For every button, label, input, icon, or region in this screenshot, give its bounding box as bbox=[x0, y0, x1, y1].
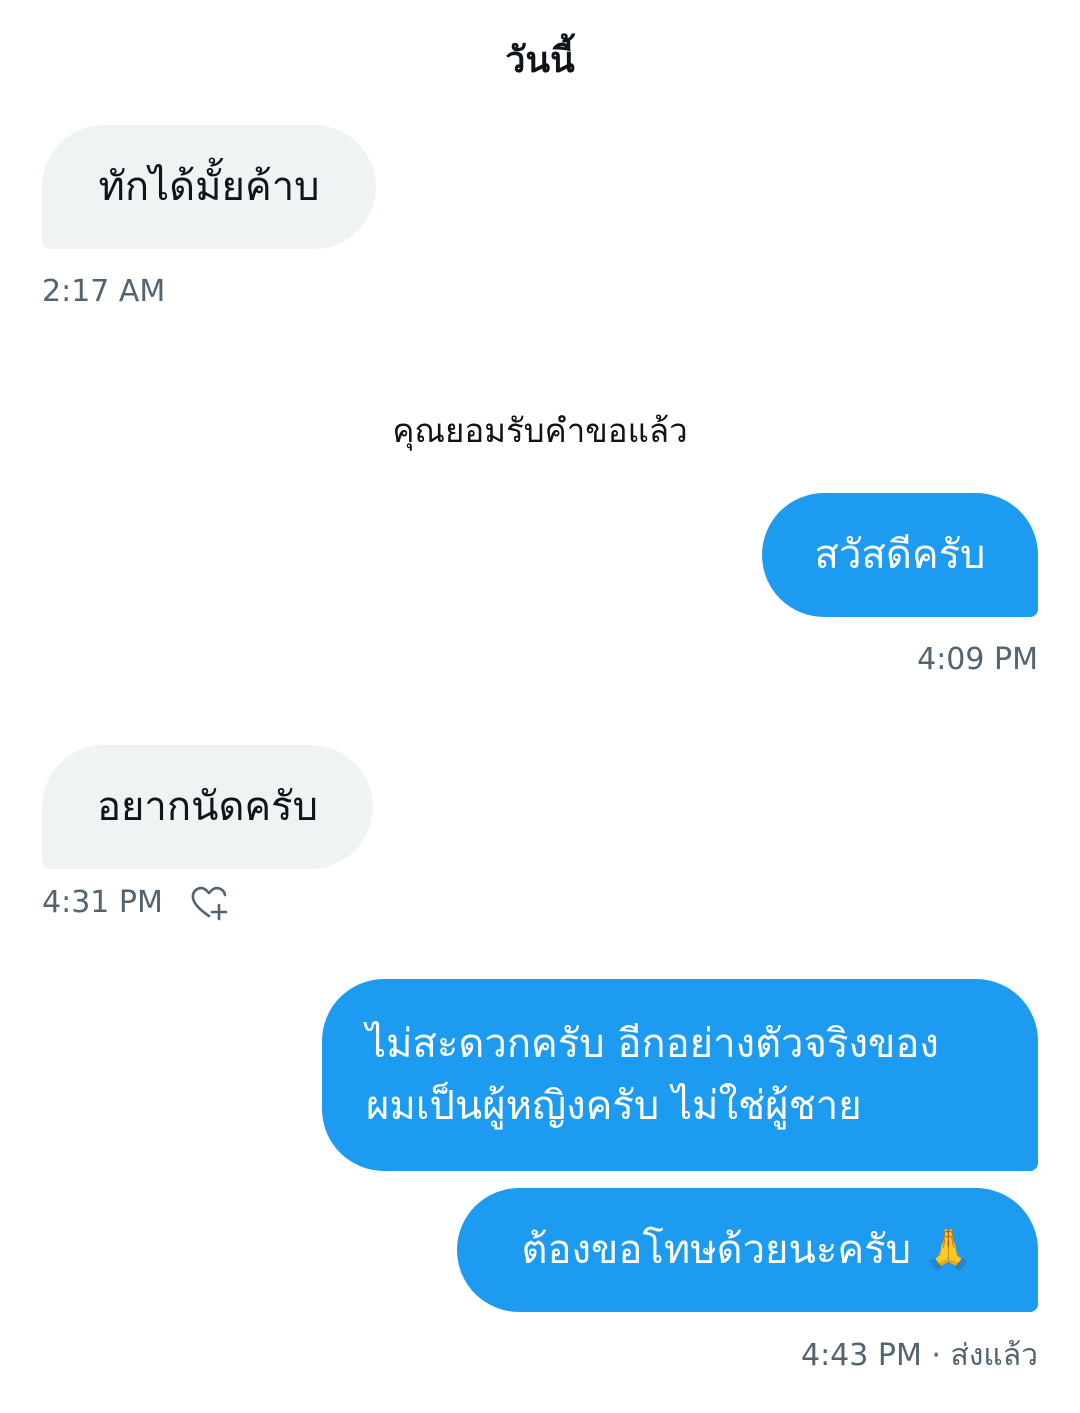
message-text: ทักได้มั้ยค้าบ bbox=[98, 164, 320, 210]
message-timestamp: 4:09 PM bbox=[917, 642, 1038, 677]
message-status: 4:43 PM · ส่งแล้ว bbox=[800, 1338, 1038, 1373]
message-timestamp: 2:17 AM bbox=[42, 274, 166, 309]
message-bubble-incoming[interactable]: ทักได้มั้ยค้าบ bbox=[42, 125, 376, 249]
message-bubble-outgoing[interactable]: สวัสดีครับ bbox=[762, 493, 1038, 617]
message-text: สวัสดีครับ bbox=[814, 532, 986, 578]
message-bubble-outgoing[interactable]: ต้องขอโทษด้วยนะครับ 🙏 bbox=[457, 1188, 1038, 1312]
message-timestamp: 4:31 PM bbox=[42, 885, 163, 920]
message-line: ผมเป็นผู้หญิงครับ ไม่ใช่ผู้ชาย bbox=[366, 1083, 862, 1129]
day-header: วันนี้ bbox=[505, 40, 575, 81]
message-text: ไม่สะดวกครับ อีกอย่างตัวจริงของ ผมเป็นผู… bbox=[366, 1013, 939, 1137]
system-notice: คุณยอมรับคำขอแล้ว bbox=[392, 411, 688, 450]
message-bubble-outgoing[interactable]: ไม่สะดวกครับ อีกอย่างตัวจริงของ ผมเป็นผู… bbox=[322, 979, 1038, 1171]
heart-plus-icon[interactable] bbox=[189, 883, 229, 923]
message-text: ต้องขอโทษด้วยนะครับ 🙏 bbox=[521, 1227, 974, 1273]
message-bubble-incoming[interactable]: อยากนัดครับ bbox=[42, 745, 373, 869]
message-meta-row: 4:31 PM bbox=[42, 883, 229, 923]
message-text: อยากนัดครับ bbox=[96, 784, 319, 830]
message-line: ไม่สะดวกครับ อีกอย่างตัวจริงของ bbox=[366, 1021, 939, 1067]
